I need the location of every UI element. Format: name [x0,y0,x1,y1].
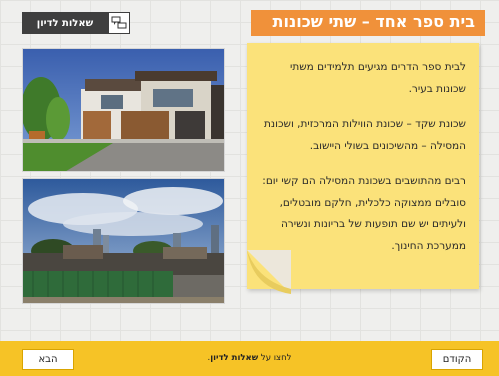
footer-hint: לחצו על שאלות לדיון. [0,353,499,363]
previous-button[interactable]: הקודם [431,349,483,370]
footer-bar: הבא לחצו על שאלות לדיון. הקודם [0,341,499,376]
discussion-questions-button[interactable]: שאלות לדיון [22,12,130,34]
note-paragraph: שכונת שקד – שכונת הווילות המרכזית, ושכונ… [264,118,466,152]
modern-house-photo [22,48,225,172]
footer-hint-bold: שאלות לדיון [210,353,259,363]
page-title: בית ספר אחד – שתי שכונות [251,10,485,36]
neighborhood-photo [22,178,225,304]
footer-hint-prefix: לחצו על [260,353,292,363]
note-paragraph: רבים מהתושבים בשכונת המסילה הם קשי יום: … [262,175,466,252]
discussion-icon [108,12,130,34]
discussion-button-label: שאלות לדיון [36,17,94,29]
note-text: לבית ספר הדרים מגיעים תלמידים משתי שכונו… [262,57,466,271]
note-paragraph: לבית ספר הדרים מגיעים תלמידים משתי שכונו… [289,61,466,95]
